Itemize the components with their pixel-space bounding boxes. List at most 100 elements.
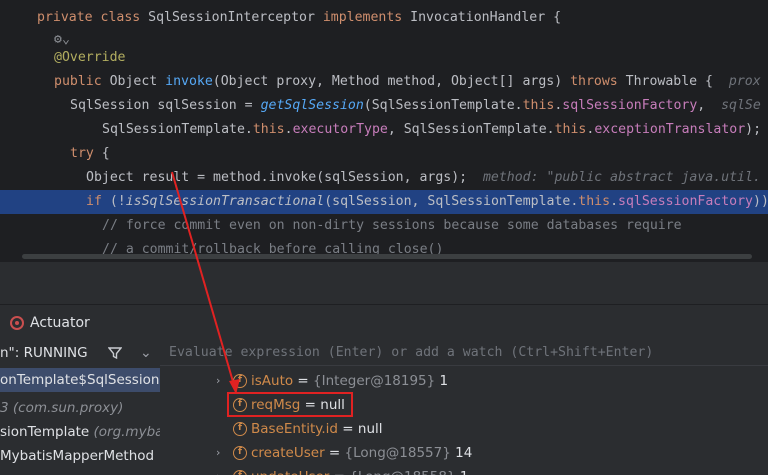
field-name: sqlSessionFactory: [618, 194, 753, 209]
variable-eq: =: [293, 373, 314, 389]
variable-value: 1: [439, 373, 449, 389]
tab-label: Actuator: [30, 315, 90, 331]
code-text: Object result = method.invoke(sqlSession…: [86, 170, 483, 185]
variable-row[interactable]: › f createUser = {Long@18557} 14: [160, 441, 768, 465]
actuator-icon: [10, 316, 24, 330]
code-text: SqlSession sqlSession =: [70, 98, 261, 113]
code-line[interactable]: public Object invoke(Object proxy, Metho…: [54, 70, 768, 94]
frames-panel: n": RUNNING ⌄ onTemplate$SqlSessionIn 3 …: [0, 340, 161, 475]
code-line[interactable]: @Override: [54, 46, 768, 70]
variable-eq: =: [329, 469, 349, 475]
inline-hint: sqlSe: [721, 98, 761, 113]
current-execution-line[interactable]: if (!isSqlSessionTransactional(sqlSessio…: [0, 190, 768, 214]
frame-label: 3: [0, 400, 13, 416]
keyword: try: [70, 146, 102, 161]
keyword: this: [554, 122, 587, 137]
keyword: this: [522, 98, 555, 113]
highlight-box: [227, 392, 353, 417]
variable-name: isAuto: [251, 373, 294, 389]
tab-actuator[interactable]: Actuator: [10, 305, 90, 341]
code-text: );: [745, 122, 762, 137]
variable-row[interactable]: › f updateUser = {Long@18558} 1: [160, 465, 768, 475]
code-text: ,: [697, 98, 722, 113]
expand-icon[interactable]: ›: [216, 441, 220, 465]
method-name: getSqlSession: [260, 98, 364, 113]
code-text: (SqlSessionTemplate.: [363, 98, 523, 113]
code-text: .: [284, 122, 293, 137]
frame-item[interactable]: sionTemplate (org.mybat: [0, 420, 160, 444]
variable-eq: =: [337, 421, 358, 437]
keyword: public: [54, 74, 110, 89]
code-text: SqlSessionTemplate.: [102, 122, 253, 137]
code-line[interactable]: SqlSession sqlSession = getSqlSession(Sq…: [70, 94, 768, 118]
keyword: if: [86, 194, 110, 209]
chevron-down-icon[interactable]: ⌄: [140, 345, 152, 361]
code-text: (!: [109, 194, 126, 209]
keyword: this: [578, 194, 611, 209]
variable-eq: =: [324, 445, 345, 461]
editor-gutter[interactable]: [0, 0, 22, 262]
field-icon: f: [233, 470, 247, 475]
variable-row[interactable]: › f isAuto = {Integer@18195} 1: [160, 369, 768, 393]
frame-label: sionTemplate: [0, 424, 94, 440]
watch-expression-input[interactable]: Evaluate expression (Enter) or add a wat…: [160, 340, 768, 366]
inlay-settings-icon[interactable]: ⚙⌄: [54, 32, 70, 47]
field-name: executorType: [292, 122, 388, 137]
code-line[interactable]: try {: [70, 142, 768, 166]
variable-value: 14: [455, 445, 473, 461]
annotation: @Override: [54, 50, 126, 65]
frame-item[interactable]: 3 (com.sun.proxy): [0, 396, 160, 420]
variable-name: BaseEntity.id: [251, 421, 338, 437]
inline-hint: prox: [728, 74, 761, 89]
class-name: SqlSessionInterceptor: [148, 10, 323, 25]
variable-value: 1: [460, 469, 469, 475]
code-text: , SqlSessionTemplate.: [387, 122, 555, 137]
field-icon: f: [233, 446, 247, 460]
field-name: sqlSessionFactory: [562, 98, 698, 113]
frame-item[interactable]: onTemplate$SqlSessionIn: [0, 368, 160, 392]
tool-window-header: Actuator: [0, 304, 768, 341]
variable-row[interactable]: f BaseEntity.id = null: [160, 417, 768, 441]
expand-icon[interactable]: ›: [216, 369, 220, 393]
variable-name: updateUser: [251, 469, 329, 475]
frame-label: MybatisMapperMethod: [0, 448, 155, 464]
method-name: invoke: [165, 74, 213, 89]
code-text: {: [101, 146, 110, 161]
code-text: Throwable {: [625, 74, 729, 89]
interface-name: InvocationHandler {: [410, 10, 562, 25]
filter-icon[interactable]: [108, 346, 122, 360]
keyword: throws: [570, 74, 626, 89]
variable-type: {Integer@18195}: [313, 373, 440, 389]
thread-selector[interactable]: n": RUNNING ⌄: [0, 340, 160, 366]
code-text: (sqlSession, SqlSessionTemplate.: [324, 194, 579, 209]
variable-type: {Long@18558}: [349, 469, 460, 475]
panel-divider: [0, 262, 768, 304]
field-icon: f: [233, 422, 247, 436]
variable-name: createUser: [251, 445, 325, 461]
inline-hint: method: "public abstract java.util.: [482, 170, 761, 185]
method-name: isSqlSessionTransactional: [125, 194, 325, 209]
code-line[interactable]: SqlSessionTemplate.this.executorType, Sq…: [102, 118, 768, 142]
field-icon: f: [233, 374, 247, 388]
variable-type: {Long@18557}: [344, 445, 456, 461]
code-text: .: [610, 194, 619, 209]
code-line[interactable]: Object result = method.invoke(sqlSession…: [86, 166, 768, 190]
keyword: implements: [322, 10, 411, 25]
code-text: (Object proxy, Method method, Object[] a…: [212, 74, 571, 89]
code-text: Object: [109, 74, 166, 89]
horizontal-scrollbar[interactable]: [22, 254, 752, 259]
keyword: this: [252, 122, 285, 137]
field-name: exceptionTranslator: [594, 122, 746, 137]
variable-value: null: [357, 421, 383, 437]
keyword: private class: [37, 10, 149, 25]
frame-label: onTemplate$SqlSessionIn: [0, 372, 160, 388]
thread-status: n": RUNNING: [0, 345, 88, 361]
code-editor[interactable]: private class SqlSessionInterceptor impl…: [0, 0, 768, 262]
frame-item[interactable]: MybatisMapperMethod: [0, 444, 160, 468]
code-comment: // force commit even on non-dirty sessio…: [102, 218, 682, 233]
frame-package: (com.sun.proxy): [12, 400, 124, 416]
code-text: )): [753, 194, 768, 209]
frame-package: (org.mybat: [93, 424, 161, 440]
expand-icon[interactable]: ›: [216, 465, 220, 475]
code-line[interactable]: private class SqlSessionInterceptor impl…: [37, 6, 768, 30]
